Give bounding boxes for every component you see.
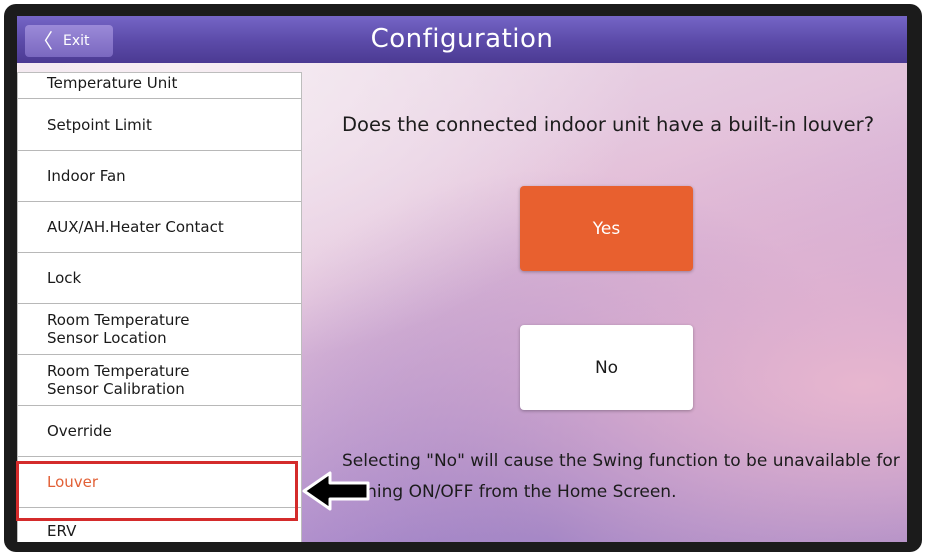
sidebar-item-label: Room Temperature Sensor Calibration [47,362,190,398]
sidebar-item-room-temperature-sensor-calibration[interactable]: Room Temperature Sensor Calibration [18,355,301,406]
yes-button[interactable]: Yes [520,186,693,271]
sidebar-item-lock[interactable]: Lock [18,253,301,304]
sidebar-item-override[interactable]: Override [18,406,301,457]
no-button[interactable]: No [520,325,693,410]
highlight-box [16,461,298,521]
exit-label: Exit [63,33,90,49]
page-title: Configuration [370,24,554,54]
sidebar-item-label: Indoor Fan [47,167,126,185]
info-note: Selecting "No" will cause the Swing func… [342,451,900,502]
sidebar-item-setpoint-limit[interactable]: Setpoint Limit [18,99,301,151]
sidebar-item-indoor-fan[interactable]: Indoor Fan [18,151,301,202]
header-bar: Configuration 〈 Exit [17,16,907,63]
yes-label: Yes [592,218,621,239]
sidebar-item-label: AUX/AH.Heater Contact [47,218,224,236]
chevron-left-icon: 〈 [33,29,53,53]
sidebar-item-label: Lock [47,269,82,287]
sidebar-item-label: Temperature Unit [47,74,178,92]
sidebar-item-aux-heater-contact[interactable]: AUX/AH.Heater Contact [18,202,301,253]
sidebar-item-label: Setpoint Limit [47,115,152,134]
no-label: No [594,357,619,378]
question-text: Does the connected indoor unit have a bu… [342,113,875,136]
sidebar-item-room-temperature-sensor-location[interactable]: Room Temperature Sensor Location [18,304,301,355]
sidebar-item-label: Override [47,422,112,440]
arrow-left-icon [302,471,370,511]
sidebar-item-label: ERV [47,522,77,540]
exit-button[interactable]: 〈 Exit [25,25,113,57]
sidebar-item-temperature-unit[interactable]: Temperature Unit [18,73,301,99]
sidebar-item-label: Room Temperature Sensor Location [47,311,190,347]
